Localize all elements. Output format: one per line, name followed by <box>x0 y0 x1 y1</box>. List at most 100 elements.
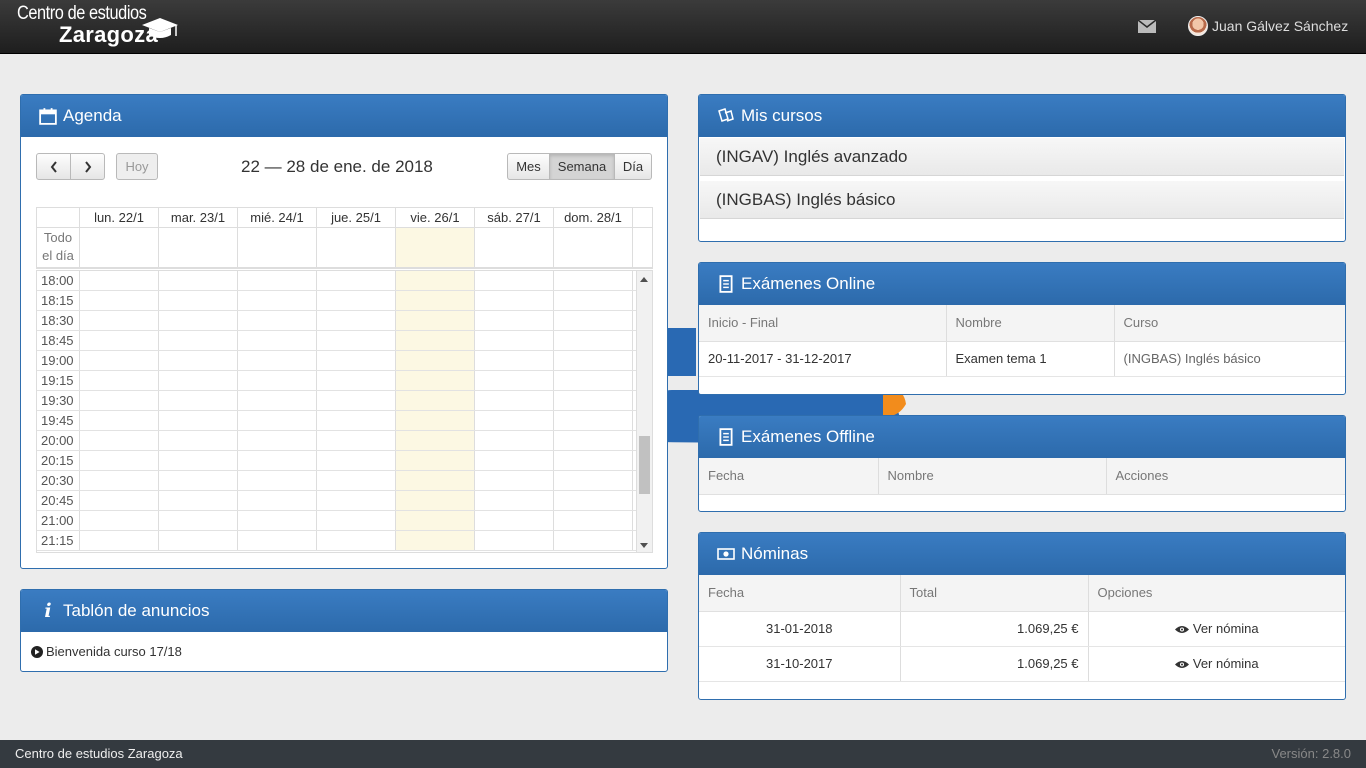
column-header[interactable]: Fecha <box>699 458 879 495</box>
time-slot-cell[interactable] <box>396 371 475 390</box>
time-slot-cell[interactable] <box>554 311 633 330</box>
day-header[interactable]: jue. 25/1 <box>317 208 396 227</box>
time-slot-cell[interactable] <box>396 271 475 290</box>
time-slot-cell[interactable] <box>317 391 396 410</box>
time-slot-cell[interactable] <box>238 511 317 530</box>
column-header[interactable]: Nombre <box>878 458 1107 495</box>
scroll-up-arrow-icon[interactable] <box>640 277 648 282</box>
day-header[interactable]: vie. 26/1 <box>396 208 475 227</box>
brand-logo[interactable]: Centro de estudios Zaragoza <box>17 4 178 46</box>
time-slot-cell[interactable] <box>396 391 475 410</box>
course-item[interactable]: (INGAV) Inglés avanzado <box>700 138 1344 176</box>
time-slot-cell[interactable] <box>396 451 475 470</box>
time-slot-cell[interactable] <box>317 271 396 290</box>
time-slot-cell[interactable] <box>554 271 633 290</box>
time-slot-cell[interactable] <box>554 451 633 470</box>
time-slot-cell[interactable] <box>396 351 475 370</box>
all-day-cell[interactable] <box>159 228 238 267</box>
time-slot-cell[interactable] <box>159 431 238 450</box>
time-slot-cell[interactable] <box>554 491 633 510</box>
prev-week-button[interactable] <box>36 153 71 180</box>
column-header[interactable]: Acciones <box>1106 458 1345 495</box>
time-slot-cell[interactable] <box>317 291 396 310</box>
time-slot-cell[interactable] <box>238 531 317 550</box>
time-slot-cell[interactable] <box>238 391 317 410</box>
time-slot-cell[interactable] <box>80 371 159 390</box>
time-slot-cell[interactable] <box>80 491 159 510</box>
time-slot-cell[interactable] <box>159 371 238 390</box>
next-week-button[interactable] <box>70 153 105 180</box>
time-slot-cell[interactable] <box>475 451 554 470</box>
calendar-time-grid[interactable]: 18:00 18:15 18:30 18:45 19:00 19:15 19:30 19:45… <box>36 270 653 553</box>
time-slot-cell[interactable] <box>80 291 159 310</box>
table-row[interactable]: 20-11-2017 - 31-12-2017 Examen tema 1 (I… <box>699 341 1345 377</box>
time-slot-cell[interactable] <box>80 271 159 290</box>
time-slot-cell[interactable] <box>80 471 159 490</box>
scroll-down-arrow-icon[interactable] <box>640 543 648 548</box>
time-slot-cell[interactable] <box>396 291 475 310</box>
time-slot-cell[interactable] <box>159 351 238 370</box>
column-header[interactable]: Nombre <box>946 305 1115 342</box>
day-header[interactable]: mar. 23/1 <box>159 208 238 227</box>
time-slot-cell[interactable] <box>159 451 238 470</box>
time-slot-cell[interactable] <box>159 391 238 410</box>
time-slot-cell[interactable] <box>475 491 554 510</box>
all-day-cell[interactable] <box>317 228 396 267</box>
course-item[interactable]: (INGBAS) Inglés básico <box>700 181 1344 219</box>
column-header[interactable]: Inicio - Final <box>699 305 947 342</box>
time-slot-cell[interactable] <box>554 391 633 410</box>
time-slot-cell[interactable] <box>396 511 475 530</box>
time-slot-cell[interactable] <box>159 271 238 290</box>
time-slot-cell[interactable] <box>396 311 475 330</box>
time-slot-cell[interactable] <box>396 411 475 430</box>
time-slot-cell[interactable] <box>159 531 238 550</box>
time-slot-cell[interactable] <box>554 431 633 450</box>
time-slot-cell[interactable] <box>238 491 317 510</box>
all-day-cell[interactable] <box>475 228 554 267</box>
time-slot-cell[interactable] <box>317 511 396 530</box>
time-slot-cell[interactable] <box>238 351 317 370</box>
announcement-item[interactable]: Bienvenida curso 17/18 <box>21 632 667 671</box>
time-slot-cell[interactable] <box>159 291 238 310</box>
time-slot-cell[interactable] <box>396 471 475 490</box>
time-slot-cell[interactable] <box>475 411 554 430</box>
all-day-cell[interactable] <box>238 228 317 267</box>
time-slot-cell[interactable] <box>317 531 396 550</box>
time-slot-cell[interactable] <box>475 511 554 530</box>
time-slot-cell[interactable] <box>317 451 396 470</box>
time-slot-cell[interactable] <box>238 311 317 330</box>
time-slot-cell[interactable] <box>396 431 475 450</box>
time-slot-cell[interactable] <box>317 491 396 510</box>
time-slot-cell[interactable] <box>80 451 159 470</box>
time-slot-cell[interactable] <box>238 451 317 470</box>
time-slot-cell[interactable] <box>159 311 238 330</box>
time-slot-cell[interactable] <box>554 351 633 370</box>
time-slot-cell[interactable] <box>475 531 554 550</box>
time-slot-cell[interactable] <box>554 331 633 350</box>
view-payslip-link[interactable]: Ver nómina <box>1088 611 1345 647</box>
time-slot-cell[interactable] <box>317 351 396 370</box>
time-slot-cell[interactable] <box>554 291 633 310</box>
time-slot-cell[interactable] <box>159 491 238 510</box>
time-slot-cell[interactable] <box>475 391 554 410</box>
time-slot-cell[interactable] <box>475 311 554 330</box>
time-slot-cell[interactable] <box>159 411 238 430</box>
column-header[interactable]: Total <box>900 575 1089 612</box>
time-slot-cell[interactable] <box>80 531 159 550</box>
time-slot-cell[interactable] <box>80 391 159 410</box>
time-slot-cell[interactable] <box>238 371 317 390</box>
time-slot-cell[interactable] <box>238 431 317 450</box>
time-slot-cell[interactable] <box>475 471 554 490</box>
view-day-button[interactable]: Día <box>614 153 652 180</box>
today-button[interactable]: Hoy <box>116 153 158 180</box>
time-slot-cell[interactable] <box>238 271 317 290</box>
all-day-cell[interactable] <box>80 228 159 267</box>
column-header[interactable]: Fecha <box>699 575 901 612</box>
time-slot-cell[interactable] <box>475 291 554 310</box>
time-slot-cell[interactable] <box>475 331 554 350</box>
time-slot-cell[interactable] <box>317 471 396 490</box>
view-payslip-link[interactable]: Ver nómina <box>1088 646 1345 682</box>
time-slot-cell[interactable] <box>317 331 396 350</box>
time-slot-cell[interactable] <box>80 311 159 330</box>
time-slot-cell[interactable] <box>238 331 317 350</box>
